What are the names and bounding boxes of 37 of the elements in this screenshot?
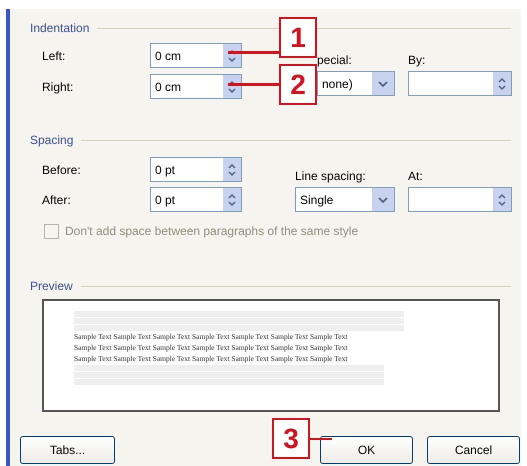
callout-number: 3 xyxy=(272,418,310,459)
spin-arrows-icon[interactable] xyxy=(493,72,511,95)
field-label: At: xyxy=(408,169,424,183)
checkbox-label: Don't add space between paragraphs of the same style xyxy=(65,223,358,240)
cancel-button[interactable]: Cancel xyxy=(427,436,520,464)
dropdown[interactable]: Single xyxy=(295,187,395,212)
leader-line xyxy=(310,438,332,440)
spin-field[interactable]: 0 cm xyxy=(150,43,242,68)
callout-number: 2 xyxy=(279,64,317,105)
spin-field[interactable]: 0 pt xyxy=(150,157,242,182)
field-label: Line spacing: xyxy=(295,169,367,183)
field-label: Before: xyxy=(42,162,82,176)
spin-field[interactable]: 0 pt xyxy=(150,187,242,212)
spin-arrows-icon[interactable] xyxy=(223,188,241,211)
field-label: pecial: xyxy=(317,53,353,67)
field-label: After: xyxy=(42,192,72,206)
chevron-down-icon[interactable] xyxy=(372,188,394,211)
group-title: Spacing xyxy=(30,133,74,147)
callout-number: 1 xyxy=(279,17,317,58)
dropdown[interactable]: none) xyxy=(317,71,395,96)
field-label: Right: xyxy=(42,80,74,94)
tabs-button[interactable]: Tabs... xyxy=(20,436,115,464)
spin-arrows-icon[interactable] xyxy=(223,44,241,67)
field-label: Left: xyxy=(42,48,66,62)
ok-button[interactable]: OK xyxy=(320,436,413,464)
group-title: Preview xyxy=(30,279,73,293)
spin-field[interactable] xyxy=(408,187,512,212)
spin-arrows-icon[interactable] xyxy=(493,188,511,211)
spin-field[interactable] xyxy=(408,71,512,96)
chevron-down-icon[interactable] xyxy=(372,72,394,95)
field-label: By: xyxy=(408,53,426,67)
spin-arrows-icon[interactable] xyxy=(223,75,241,98)
group-title: Indentation xyxy=(30,21,90,35)
leader-line xyxy=(228,51,279,54)
spin-field[interactable]: 0 cm xyxy=(150,74,242,99)
spin-arrows-icon[interactable] xyxy=(223,158,241,181)
leader-line xyxy=(228,83,279,86)
